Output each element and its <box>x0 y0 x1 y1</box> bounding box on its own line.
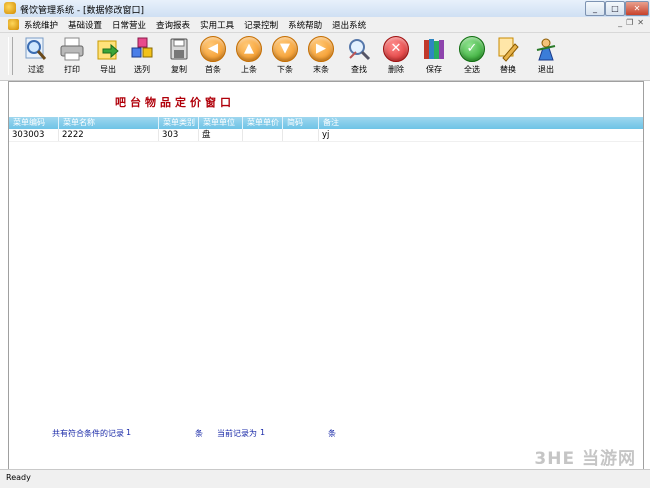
table-cell[interactable] <box>243 129 283 141</box>
menu-item[interactable]: 退出系统 <box>332 19 366 31</box>
toolbar-button-15[interactable]: 退出 <box>530 35 562 77</box>
maximize-button[interactable]: □ <box>605 1 625 16</box>
toolbar-button-10[interactable]: 查找 <box>343 35 375 77</box>
toolbar-button-label: 导出 <box>100 65 116 74</box>
toolbar-button-11[interactable]: ✕ 删除 <box>380 35 412 77</box>
document-icon[interactable] <box>8 19 19 30</box>
arrow-right-icon: ▶ <box>308 36 334 62</box>
window-title: 餐饮管理系统 - [数据修改窗口] <box>20 6 144 16</box>
toolbar-button-label: 下条 <box>277 65 293 74</box>
menu-bar: 系统维护 基础设置 日常营业 查询报表 实用工具 记录控制 系统帮助 退出系统 _ ❐ ✕ <box>0 17 650 33</box>
watermark: 3HE 当游网 <box>534 449 636 469</box>
toolbar-button-label: 全选 <box>464 65 480 74</box>
toolbar-button-label: 查找 <box>351 65 367 74</box>
menu-item[interactable]: 系统帮助 <box>288 19 322 31</box>
toolbar-button-3[interactable]: 导出 <box>92 35 124 77</box>
minimize-button[interactable]: _ <box>585 1 605 16</box>
delete-icon: ✕ <box>383 36 409 62</box>
toolbar-button-7[interactable]: ▲ 上条 <box>233 35 265 77</box>
column-header[interactable]: 简码 <box>283 117 319 129</box>
toolbar-button-13[interactable]: ✓ 全选 <box>456 35 488 77</box>
toolbar-button-label: 打印 <box>64 65 80 74</box>
toolbar-button-4[interactable]: 选列 <box>126 35 158 77</box>
arrow-left-icon: ◀ <box>200 36 226 62</box>
table-cell[interactable]: 303003 <box>9 129 59 141</box>
toolbar-button-label: 末条 <box>313 65 329 74</box>
current-value: 1 <box>260 428 266 437</box>
menu-item[interactable]: 系统维护 <box>24 19 58 31</box>
status-text: Ready <box>6 473 31 482</box>
column-header[interactable]: 备注 <box>319 117 643 129</box>
export-icon <box>95 36 121 62</box>
mdi-restore-button[interactable]: ❐ <box>626 18 633 27</box>
cubes-icon <box>129 36 155 62</box>
magnifier-icon <box>23 36 49 62</box>
toolbar-button-label: 退出 <box>538 65 554 74</box>
grid-header: 菜单编码 菜单名称 菜单类别 菜单单位 菜单单价 简码 备注 <box>9 117 643 129</box>
unit-label-2: 条 <box>328 429 336 438</box>
toolbar-button-label: 保存 <box>426 65 442 74</box>
toolbar-button-label: 复制 <box>171 65 187 74</box>
toolbar-button-14[interactable]: 替换 <box>492 35 524 77</box>
books-icon <box>421 36 447 62</box>
toolbar-button-2[interactable]: 打印 <box>56 35 88 77</box>
toolbar-button-label: 首条 <box>205 65 221 74</box>
app-icon <box>4 2 16 14</box>
unit-label-1: 条 <box>195 429 203 438</box>
column-header[interactable]: 菜单名称 <box>59 117 159 129</box>
data-grid: 菜单编码 菜单名称 菜单类别 菜单单位 菜单单价 简码 备注 303003 2222 303 盘 y… <box>9 117 643 142</box>
menu-item[interactable]: 实用工具 <box>200 19 234 31</box>
toolbar-button-6[interactable]: ◀ 首条 <box>197 35 229 77</box>
page-title: 吧台物品定价窗口 <box>115 96 235 109</box>
match-label: 共有符合条件的记录 <box>52 429 124 438</box>
table-cell[interactable]: 2222 <box>59 129 159 141</box>
mdi-minimize-button[interactable]: _ <box>618 18 622 27</box>
table-cell[interactable]: 303 <box>159 129 199 141</box>
menu-item[interactable]: 日常营业 <box>112 19 146 31</box>
mdi-controls: _ ❐ ✕ <box>618 18 644 27</box>
toolbar-button-5[interactable]: 复制 <box>163 35 195 77</box>
toolbar: 过滤 打印 导出 选列 复制 ◀ 首条 ▲ 上条 ▼ 下条 ▶ 末条 查找 ✕ 删除 保存 ✓ 全选 替换 退出 <box>0 33 650 81</box>
toolbar-button-9[interactable]: ▶ 末条 <box>305 35 337 77</box>
arrow-down-icon: ▼ <box>272 36 298 62</box>
arrow-up-icon: ▲ <box>236 36 262 62</box>
column-header[interactable]: 菜单单位 <box>199 117 243 129</box>
menu-item[interactable]: 查询报表 <box>156 19 190 31</box>
mdi-close-button[interactable]: ✕ <box>637 18 644 27</box>
table-cell[interactable]: yj <box>319 129 643 141</box>
printer-icon <box>59 36 85 62</box>
table-row[interactable]: 303003 2222 303 盘 yj <box>9 129 643 142</box>
toolbar-button-1[interactable]: 过滤 <box>20 35 52 77</box>
column-header[interactable]: 菜单编码 <box>9 117 59 129</box>
table-cell[interactable] <box>283 129 319 141</box>
check-icon: ✓ <box>459 36 485 62</box>
column-header[interactable]: 菜单类别 <box>159 117 199 129</box>
copy-disk-icon <box>166 36 192 62</box>
match-count: 1 <box>126 428 132 437</box>
table-cell[interactable]: 盘 <box>199 129 243 141</box>
toolbar-button-label: 选列 <box>134 65 150 74</box>
title-bar: 餐饮管理系统 - [数据修改窗口] _ □ ✕ <box>0 0 650 18</box>
toolbar-button-12[interactable]: 保存 <box>418 35 450 77</box>
menu-item[interactable]: 记录控制 <box>244 19 278 31</box>
content-panel: 吧台物品定价窗口 菜单编码 菜单名称 菜单类别 菜单单位 菜单单价 简码 备注 303003… <box>8 81 644 470</box>
toolbar-button-label: 上条 <box>241 65 257 74</box>
current-label: 当前记录为 <box>217 429 257 438</box>
close-button[interactable]: ✕ <box>625 1 649 16</box>
toolbar-button-label: 过滤 <box>28 65 44 74</box>
toolbar-button-label: 替换 <box>500 65 516 74</box>
toolbar-grip <box>8 37 13 75</box>
toolbar-button-label: 删除 <box>388 65 404 74</box>
replace-icon <box>495 36 521 62</box>
column-header[interactable]: 菜单单价 <box>243 117 283 129</box>
find-icon <box>346 36 372 62</box>
exit-icon <box>533 36 559 62</box>
toolbar-button-8[interactable]: ▼ 下条 <box>269 35 301 77</box>
menu-item[interactable]: 基础设置 <box>68 19 102 31</box>
status-bar: Ready <box>0 469 650 488</box>
